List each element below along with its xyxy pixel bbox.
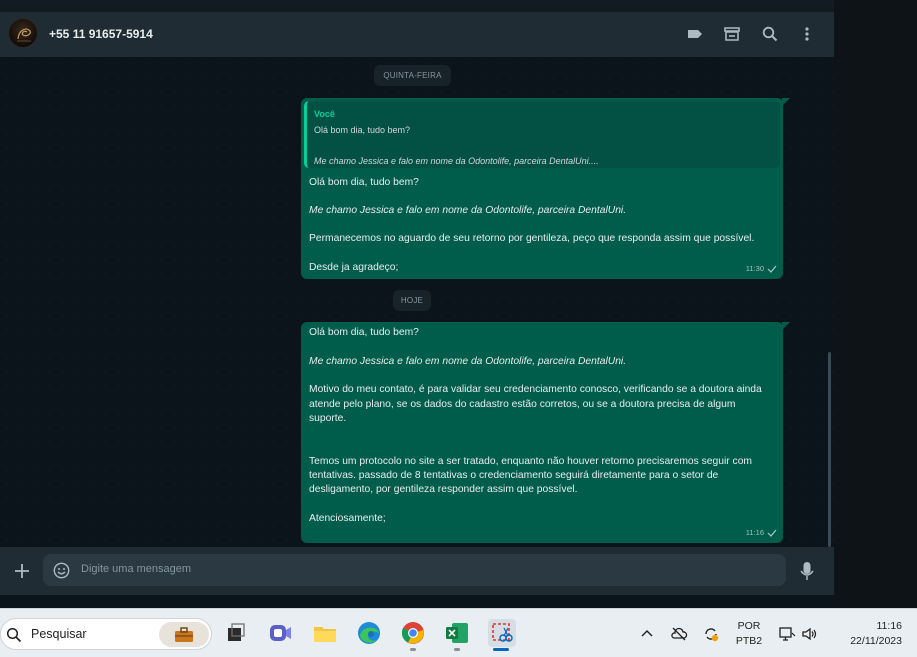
task-view-icon[interactable] xyxy=(222,619,250,647)
bubble-tail xyxy=(782,98,790,106)
snipping-tool-icon[interactable] xyxy=(488,619,516,647)
chat-scrollbar[interactable] xyxy=(828,352,831,547)
message-meta: 11:16 xyxy=(746,526,777,540)
check-icon xyxy=(767,529,777,537)
message-line: tentativas. passado de 8 tentativas o cr… xyxy=(309,470,719,481)
window-top-strip xyxy=(0,0,917,12)
chevron-up-icon[interactable] xyxy=(638,625,656,643)
quoted-message[interactable]: Você Olá bom dia, tudo bem? Me chamo Jes… xyxy=(304,101,780,168)
sync-icon[interactable] xyxy=(702,625,720,643)
message-line: Me chamo Jessica e falo em nome da Odont… xyxy=(309,205,627,216)
system-clock[interactable]: 11:16 22/11/2023 xyxy=(832,619,902,649)
whatsapp-window: +55 11 91657-5914 QUINTA-FEIRA Você Olá … xyxy=(0,12,834,595)
plus-icon[interactable] xyxy=(12,561,32,581)
keyboard-layout: PTB2 xyxy=(735,635,763,647)
message-line: Permanecemos no aguardo de seu retorno p… xyxy=(309,233,755,244)
network-icon[interactable] xyxy=(778,625,796,643)
message-line: Temos um protocolo no site a ser tratado… xyxy=(309,456,753,467)
clock-time: 11:16 xyxy=(876,620,903,632)
language-code: POR xyxy=(737,620,761,632)
running-indicator xyxy=(410,648,416,651)
message-line: Olá bom dia, tudo bem? xyxy=(309,327,419,338)
message-line: suporte. xyxy=(309,413,347,424)
windows-taskbar: Pesquisar POR PTB2 11:16 22/11/2023 xyxy=(0,608,917,657)
message-line: Desde ja agradeço; xyxy=(309,262,399,273)
search-icon[interactable] xyxy=(760,24,780,44)
bubble-tail xyxy=(782,322,790,330)
quote-text: Olá bom dia, tudo bem? xyxy=(314,125,411,135)
message-line: Me chamo Jessica e falo em nome da Odont… xyxy=(309,356,627,367)
message-line: Atenciosamente; xyxy=(309,513,386,524)
mic-icon[interactable] xyxy=(798,560,816,582)
message-bubble[interactable]: Você Olá bom dia, tudo bem? Me chamo Jes… xyxy=(301,98,790,279)
contact-name[interactable]: +55 11 91657-5914 xyxy=(49,27,153,41)
date-separator: QUINTA-FEIRA xyxy=(374,65,451,86)
quote-text: Me chamo Jessica e falo em nome da Odont… xyxy=(314,156,599,166)
avatar-logo-icon xyxy=(17,28,31,42)
message-meta: 11:30 xyxy=(746,262,777,276)
message-list[interactable]: QUINTA-FEIRA Você Olá bom dia, tudo bem?… xyxy=(0,57,834,547)
search-label: Pesquisar xyxy=(31,627,87,641)
language-indicator[interactable]: POR PTB2 xyxy=(733,619,765,649)
taskbar-search[interactable]: Pesquisar xyxy=(0,618,212,650)
date-separator: HOJE xyxy=(393,290,431,311)
check-icon xyxy=(767,265,777,273)
file-explorer-icon[interactable] xyxy=(311,619,339,647)
excel-icon[interactable] xyxy=(443,619,471,647)
edge-icon[interactable] xyxy=(355,619,383,647)
teams-icon[interactable] xyxy=(266,619,294,647)
active-indicator xyxy=(493,648,509,651)
message-input-placeholder: Digite uma mensagem xyxy=(81,563,192,575)
cloud-offline-icon[interactable] xyxy=(670,625,688,643)
search-icon xyxy=(6,627,22,643)
running-indicator xyxy=(454,648,460,651)
desktop-background xyxy=(834,0,917,608)
message-time: 11:16 xyxy=(745,527,764,537)
label-icon[interactable] xyxy=(685,24,705,44)
composer-bar: Digite uma mensagem xyxy=(0,547,834,595)
message-time: 11:30 xyxy=(745,263,764,273)
message-line: atende pelo plano, se os dados do cadast… xyxy=(309,399,736,410)
volume-icon[interactable] xyxy=(801,625,819,643)
message-bubble[interactable]: Olá bom dia, tudo bem? Me chamo Jessica … xyxy=(301,322,790,543)
chat-header: +55 11 91657-5914 xyxy=(0,12,834,57)
contact-avatar[interactable] xyxy=(8,18,38,48)
message-line: Olá bom dia, tudo bem? xyxy=(309,177,419,188)
message-line: Motivo do meu contato, é para validar se… xyxy=(309,384,762,395)
briefcase-icon[interactable] xyxy=(159,622,209,647)
emoji-icon[interactable] xyxy=(53,562,70,579)
message-line: desligamento, por gentileza responder as… xyxy=(309,484,578,495)
clock-date: 22/11/2023 xyxy=(850,635,902,647)
quote-author: Você xyxy=(314,109,335,119)
message-input[interactable]: Digite uma mensagem xyxy=(43,554,786,586)
chrome-icon[interactable] xyxy=(399,619,427,647)
menu-icon[interactable] xyxy=(797,24,817,44)
shop-icon[interactable] xyxy=(722,24,742,44)
